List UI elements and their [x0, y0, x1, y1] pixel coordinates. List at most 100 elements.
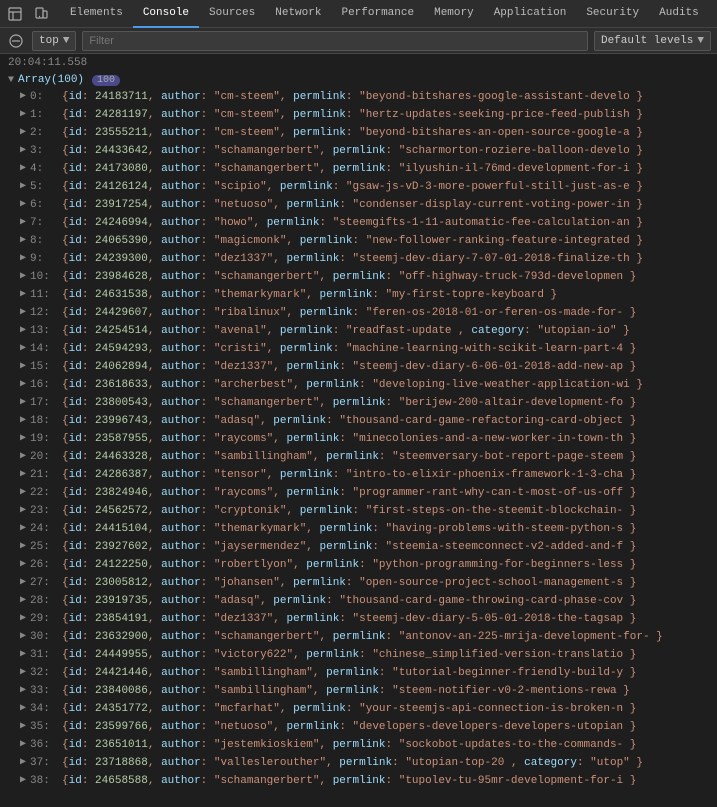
- row-expand-arrow[interactable]: ▶: [20, 539, 26, 555]
- row-expand-arrow[interactable]: ▶: [20, 629, 26, 645]
- row-index: 20:: [30, 449, 58, 465]
- row-content: {id: 23718868, author: "valleslerouther"…: [62, 755, 643, 771]
- row-expand-arrow[interactable]: ▶: [20, 377, 26, 393]
- row-content: {id: 23919735, author: "adasq", permlink…: [62, 593, 636, 609]
- row-expand-arrow[interactable]: ▶: [20, 575, 26, 591]
- row-expand-arrow[interactable]: ▶: [20, 161, 26, 177]
- table-row: ▶ 17: {id: 23800543, author: "schamanger…: [0, 394, 717, 412]
- row-content: {id: 24449955, author: "victory622", per…: [62, 647, 636, 663]
- tab-audits[interactable]: Audits: [649, 0, 709, 28]
- context-selector[interactable]: top ▼: [32, 31, 76, 51]
- table-row: ▶ 3: {id: 24433642, author: "schamangerb…: [0, 142, 717, 160]
- row-index: 19:: [30, 431, 58, 447]
- tab-application[interactable]: Application: [484, 0, 577, 28]
- row-content: {id: 23917254, author: "netuoso", permli…: [62, 197, 643, 213]
- row-expand-arrow[interactable]: ▶: [20, 773, 26, 785]
- log-levels-label: Default levels: [601, 35, 693, 47]
- row-content: {id: 24562572, author: "cryptonik", perm…: [62, 503, 636, 519]
- row-content: {id: 23927602, author: "jaysermendez", p…: [62, 539, 636, 555]
- row-expand-arrow[interactable]: ▶: [20, 323, 26, 339]
- device-icon[interactable]: [30, 3, 52, 25]
- tab-elements[interactable]: Elements: [60, 0, 133, 28]
- row-content: {id: 24173080, author: "schamangerbert",…: [62, 161, 643, 177]
- row-index: 26:: [30, 557, 58, 573]
- row-expand-arrow[interactable]: ▶: [20, 125, 26, 141]
- row-expand-arrow[interactable]: ▶: [20, 179, 26, 195]
- row-expand-arrow[interactable]: ▶: [20, 359, 26, 375]
- row-expand-arrow[interactable]: ▶: [20, 503, 26, 519]
- array-label: Array(100): [18, 74, 84, 86]
- log-levels-icon: ▼: [697, 35, 704, 47]
- tab-console[interactable]: Console: [133, 0, 199, 28]
- row-index: 10:: [30, 269, 58, 285]
- row-expand-arrow[interactable]: ▶: [20, 143, 26, 159]
- row-expand-arrow[interactable]: ▶: [20, 287, 26, 303]
- row-expand-arrow[interactable]: ▶: [20, 269, 26, 285]
- row-expand-arrow[interactable]: ▶: [20, 251, 26, 267]
- row-index: 8:: [30, 233, 58, 249]
- row-content: {id: 24246994, author: "howo", permlink:…: [62, 215, 643, 231]
- row-expand-arrow[interactable]: ▶: [20, 719, 26, 735]
- tab-performance[interactable]: Performance: [331, 0, 424, 28]
- row-expand-arrow[interactable]: ▶: [20, 431, 26, 447]
- tab-network[interactable]: Network: [265, 0, 331, 28]
- row-index: 28:: [30, 593, 58, 609]
- row-index: 1:: [30, 107, 58, 123]
- row-content: {id: 23840086, author: "sambillingham", …: [62, 683, 630, 699]
- row-expand-arrow[interactable]: ▶: [20, 665, 26, 681]
- row-expand-arrow[interactable]: ▶: [20, 521, 26, 537]
- console-output[interactable]: 20:04:11.558 ▼ Array(100) 100 ▶ 0: {id: …: [0, 54, 717, 785]
- row-content: {id: 23854191, author: "dez1337", permli…: [62, 611, 636, 627]
- inspect-icon[interactable]: [4, 3, 26, 25]
- tab-icons: [4, 3, 52, 25]
- table-row: ▶ 33: {id: 23840086, author: "sambilling…: [0, 682, 717, 700]
- row-expand-arrow[interactable]: ▶: [20, 701, 26, 717]
- table-row: ▶ 32: {id: 24421446, author: "sambilling…: [0, 664, 717, 682]
- row-expand-arrow[interactable]: ▶: [20, 233, 26, 249]
- log-levels-selector[interactable]: Default levels ▼: [594, 31, 711, 51]
- row-expand-arrow[interactable]: ▶: [20, 197, 26, 213]
- tab-sources[interactable]: Sources: [199, 0, 265, 28]
- row-expand-arrow[interactable]: ▶: [20, 485, 26, 501]
- row-expand-arrow[interactable]: ▶: [20, 755, 26, 771]
- row-index: 22:: [30, 485, 58, 501]
- table-row: ▶ 26: {id: 24122250, author: "robertlyon…: [0, 556, 717, 574]
- row-expand-arrow[interactable]: ▶: [20, 215, 26, 231]
- table-row: ▶ 30: {id: 23632900, author: "schamanger…: [0, 628, 717, 646]
- table-row: ▶ 12: {id: 24429607, author: "ribalinux"…: [0, 304, 717, 322]
- row-expand-arrow[interactable]: ▶: [20, 305, 26, 321]
- filter-input[interactable]: [82, 31, 588, 51]
- row-index: 6:: [30, 197, 58, 213]
- row-expand-arrow[interactable]: ▶: [20, 413, 26, 429]
- array-expand-arrow[interactable]: ▼: [8, 75, 14, 86]
- row-index: 9:: [30, 251, 58, 267]
- row-index: 12:: [30, 305, 58, 321]
- row-content: {id: 23632900, author: "schamangerbert",…: [62, 629, 663, 645]
- row-index: 4:: [30, 161, 58, 177]
- table-row: ▶ 15: {id: 24062894, author: "dez1337", …: [0, 358, 717, 376]
- row-expand-arrow[interactable]: ▶: [20, 557, 26, 573]
- row-content: {id: 23651011, author: "jestemkioskiem",…: [62, 737, 636, 753]
- row-expand-arrow[interactable]: ▶: [20, 737, 26, 753]
- row-expand-arrow[interactable]: ▶: [20, 89, 26, 105]
- row-expand-arrow[interactable]: ▶: [20, 683, 26, 699]
- row-expand-arrow[interactable]: ▶: [20, 467, 26, 483]
- row-expand-arrow[interactable]: ▶: [20, 611, 26, 627]
- table-row: ▶ 2: {id: 23555211, author: "cm-steem", …: [0, 124, 717, 142]
- row-expand-arrow[interactable]: ▶: [20, 341, 26, 357]
- row-index: 0:: [30, 89, 58, 105]
- tab-memory[interactable]: Memory: [424, 0, 484, 28]
- row-content: {id: 24126124, author: "scipio", permlin…: [62, 179, 643, 195]
- row-expand-arrow[interactable]: ▶: [20, 395, 26, 411]
- array-header[interactable]: ▼ Array(100) 100: [0, 72, 717, 88]
- row-content: {id: 23800543, author: "schamangerbert",…: [62, 395, 636, 411]
- row-content: {id: 24351772, author: "mcfarhat", perml…: [62, 701, 636, 717]
- row-expand-arrow[interactable]: ▶: [20, 449, 26, 465]
- row-expand-arrow[interactable]: ▶: [20, 107, 26, 123]
- row-expand-arrow[interactable]: ▶: [20, 593, 26, 609]
- table-row: ▶ 36: {id: 23651011, author: "jestemkios…: [0, 736, 717, 754]
- clear-console-button[interactable]: [6, 31, 26, 51]
- tab-security[interactable]: Security: [576, 0, 649, 28]
- row-index: 27:: [30, 575, 58, 591]
- row-expand-arrow[interactable]: ▶: [20, 647, 26, 663]
